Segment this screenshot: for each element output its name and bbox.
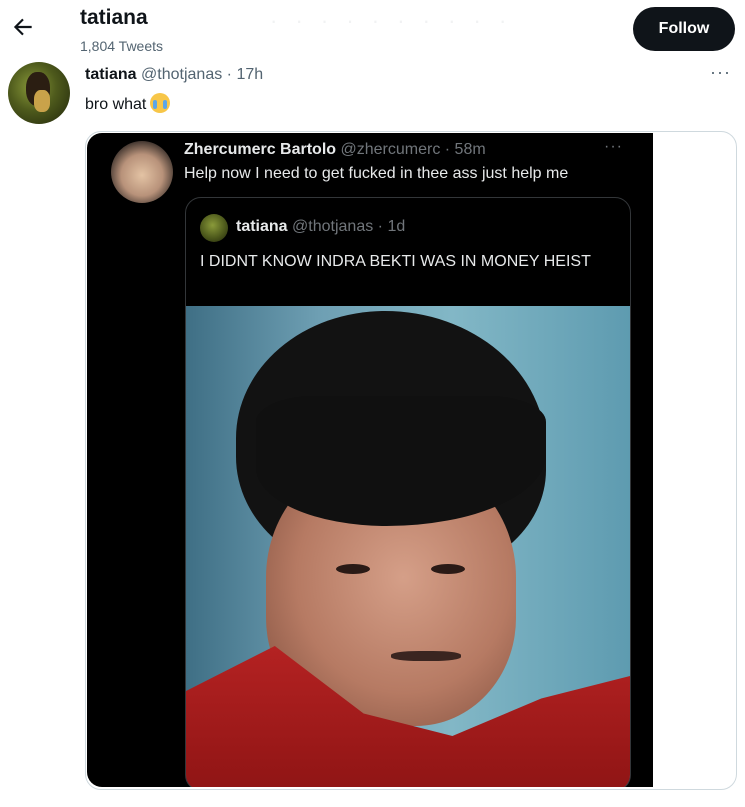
tweet-count: 1,804 Tweets — [80, 38, 164, 54]
tweet-handle[interactable]: @thotjanas — [141, 66, 222, 83]
avatar-hand — [34, 90, 50, 112]
tweet-time[interactable]: · 17h — [227, 66, 263, 83]
quoted-avatar — [200, 214, 228, 242]
tweet-header: tatiana @thotjanas · 17h — [85, 66, 263, 84]
follow-button[interactable]: Follow — [633, 7, 735, 51]
tweet-display-name[interactable]: tatiana — [85, 66, 137, 83]
quoted-display-name: tatiana — [236, 218, 288, 235]
quoted-photo — [186, 306, 630, 787]
embedded-text: Help now I need to get fucked in thee as… — [184, 165, 569, 182]
embedded-handle: @zhercumerc — [340, 141, 441, 158]
photo-mouth — [391, 651, 461, 661]
tweet-media[interactable]: Zhercumerc Bartolo @zhercumerc · 58m ···… — [85, 131, 737, 790]
embedded-more-icon: ··· — [604, 138, 623, 155]
profile-header: tatiana 1,804 Tweets Follow — [0, 0, 745, 60]
photo-left-eye — [336, 564, 370, 574]
quoted-tweet: tatiana @thotjanas · 1d I DIDNT KNOW IND… — [185, 197, 631, 787]
quoted-time: · 1d — [377, 218, 406, 235]
quoted-text: I DIDNT KNOW INDRA BEKTI WAS IN MONEY HE… — [200, 253, 591, 270]
embedded-avatar — [111, 141, 173, 203]
quoted-header: tatiana @thotjanas · 1d — [236, 218, 405, 236]
profile-title: tatiana — [80, 6, 148, 29]
tweet-text: bro what — [85, 93, 171, 114]
photo-right-eye — [431, 564, 465, 574]
avatar[interactable] — [8, 62, 70, 124]
embedded-header: Zhercumerc Bartolo @zhercumerc · 58m — [184, 141, 486, 159]
back-arrow-icon[interactable] — [10, 14, 36, 40]
embedded-time: · 58m — [444, 141, 486, 158]
loudly-crying-face-icon — [150, 93, 171, 113]
quoted-handle: @thotjanas — [292, 218, 374, 235]
tweet-text-content: bro what — [85, 96, 147, 113]
embedded-screenshot: Zhercumerc Bartolo @zhercumerc · 58m ···… — [87, 133, 653, 787]
more-options-icon[interactable]: ··· — [710, 62, 731, 83]
embedded-display-name: Zhercumerc Bartolo — [184, 141, 337, 158]
